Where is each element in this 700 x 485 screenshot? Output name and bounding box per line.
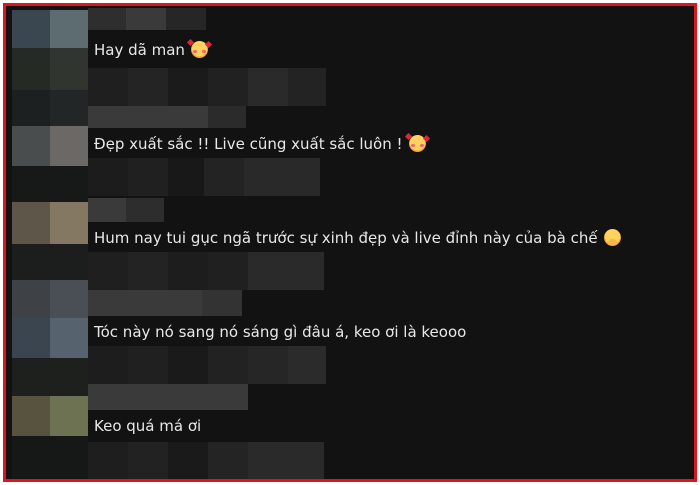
comment-text-content: Đẹp xuất sắc !! Live cũng xuất sắc luôn …	[94, 135, 403, 153]
comment-text-content: Keo quá má ơi	[94, 417, 202, 435]
blurred-comment-meta	[88, 346, 328, 384]
blurred-username	[88, 106, 248, 128]
comment-text: Tóc này nó sang nó sáng gì đâu á, keo ơi…	[94, 322, 466, 342]
blurred-username	[88, 198, 248, 222]
blurred-comment-meta	[88, 68, 328, 106]
blurred-username	[88, 384, 248, 410]
blurred-username	[88, 8, 248, 30]
smiling-face-with-hearts-icon	[186, 38, 212, 58]
comment-text-content: Tóc này nó sang nó sáng gì đâu á, keo ơi…	[94, 323, 467, 341]
comment-text: Keo quá má ơi	[94, 416, 201, 436]
comment-text: Hum nay tui gục ngã trước sự xinh đẹp và…	[94, 228, 621, 248]
avatar[interactable]	[12, 280, 88, 358]
avatar[interactable]	[12, 126, 88, 166]
comment-screenshot-frame: Hay dã man Đẹp xuất sắc !! Live cũng xuấ…	[3, 3, 697, 482]
avatar[interactable]	[12, 396, 88, 436]
blurred-comment-meta	[88, 158, 328, 196]
avatar-column	[8, 6, 88, 479]
avatar[interactable]	[12, 10, 88, 90]
blurred-username	[88, 290, 248, 316]
comment-text: Hay dã man	[94, 38, 212, 60]
blurred-comment-meta	[88, 442, 328, 479]
comment-text-content: Hay dã man	[94, 41, 185, 59]
blurred-comment-meta	[88, 252, 328, 290]
comment-text-content: Hum nay tui gục ngã trước sự xinh đẹp và…	[94, 229, 598, 247]
comment-text: Đẹp xuất sắc !! Live cũng xuất sắc luôn …	[94, 132, 430, 154]
face-with-hand-over-mouth-icon	[603, 229, 621, 246]
avatar[interactable]	[12, 202, 88, 244]
smiling-face-with-hearts-icon	[404, 132, 430, 152]
